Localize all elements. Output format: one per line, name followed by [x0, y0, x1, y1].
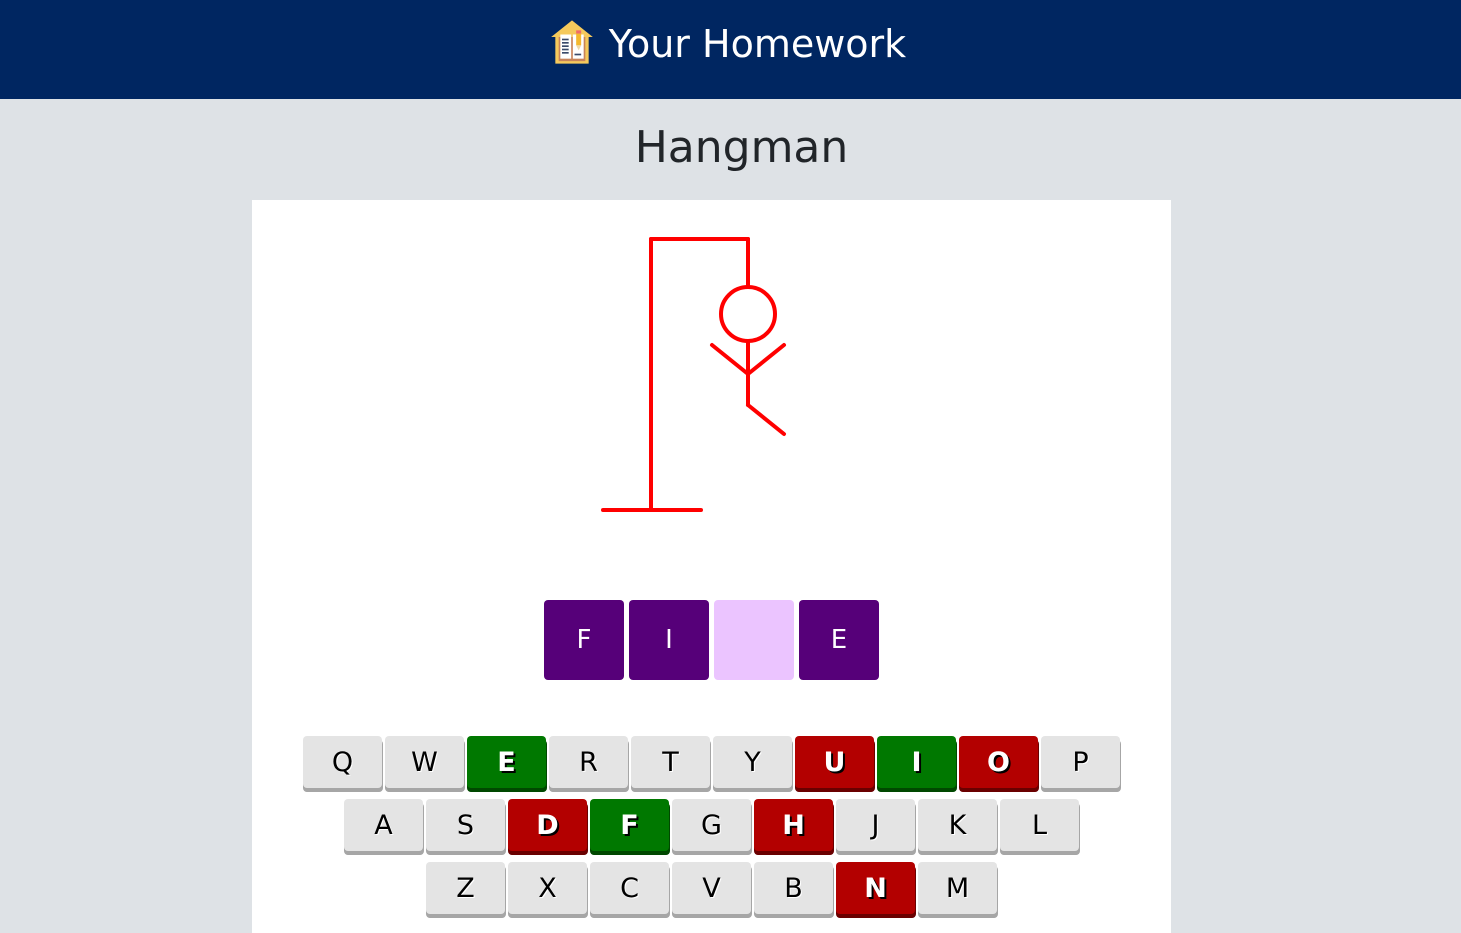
- keyboard-row-2: A S D F G H J K L: [252, 799, 1171, 855]
- key-y[interactable]: Y: [713, 736, 792, 788]
- brand-title: Your Homework: [608, 21, 907, 66]
- key-r[interactable]: R: [549, 736, 628, 788]
- key-i[interactable]: I: [877, 736, 956, 788]
- word-tile: I: [629, 600, 709, 680]
- key-f[interactable]: F: [590, 799, 669, 851]
- word-tile: E: [799, 600, 879, 680]
- hangman-drawing: [601, 237, 786, 512]
- key-l[interactable]: L: [1000, 799, 1079, 851]
- word-display: F I E: [544, 600, 879, 680]
- key-u[interactable]: U: [795, 736, 874, 788]
- key-o[interactable]: O: [959, 736, 1038, 788]
- key-v[interactable]: V: [672, 862, 751, 914]
- game-card: F I E Q W E R T Y U I O P A S D F G H J …: [252, 200, 1171, 933]
- key-a[interactable]: A: [344, 799, 423, 851]
- key-j[interactable]: J: [836, 799, 915, 851]
- top-navbar: Your Homework: [0, 0, 1461, 99]
- key-c[interactable]: C: [590, 862, 669, 914]
- keyboard-row-3: Z X C V B N M: [252, 862, 1171, 918]
- key-n[interactable]: N: [836, 862, 915, 914]
- brand-link[interactable]: Your Homework: [547, 17, 906, 71]
- homework-house-book-icon: [547, 17, 597, 71]
- key-z[interactable]: Z: [426, 862, 505, 914]
- key-k[interactable]: K: [918, 799, 997, 851]
- word-tile: F: [544, 600, 624, 680]
- key-h[interactable]: H: [754, 799, 833, 851]
- right-leg: [746, 403, 786, 436]
- key-w[interactable]: W: [385, 736, 464, 788]
- letter-keyboard: Q W E R T Y U I O P A S D F G H J K L Z …: [252, 736, 1171, 925]
- head: [719, 285, 777, 343]
- key-b[interactable]: B: [754, 862, 833, 914]
- key-e[interactable]: E: [467, 736, 546, 788]
- key-x[interactable]: X: [508, 862, 587, 914]
- left-arm: [710, 343, 750, 376]
- page-title: Hangman: [634, 122, 849, 173]
- key-p[interactable]: P: [1041, 736, 1120, 788]
- keyboard-row-1: Q W E R T Y U I O P: [252, 736, 1171, 792]
- key-m[interactable]: M: [918, 862, 997, 914]
- key-t[interactable]: T: [631, 736, 710, 788]
- key-d[interactable]: D: [508, 799, 587, 851]
- word-tile-hidden: [714, 600, 794, 680]
- key-s[interactable]: S: [426, 799, 505, 851]
- key-g[interactable]: G: [672, 799, 751, 851]
- key-q[interactable]: Q: [303, 736, 382, 788]
- right-arm: [746, 343, 786, 376]
